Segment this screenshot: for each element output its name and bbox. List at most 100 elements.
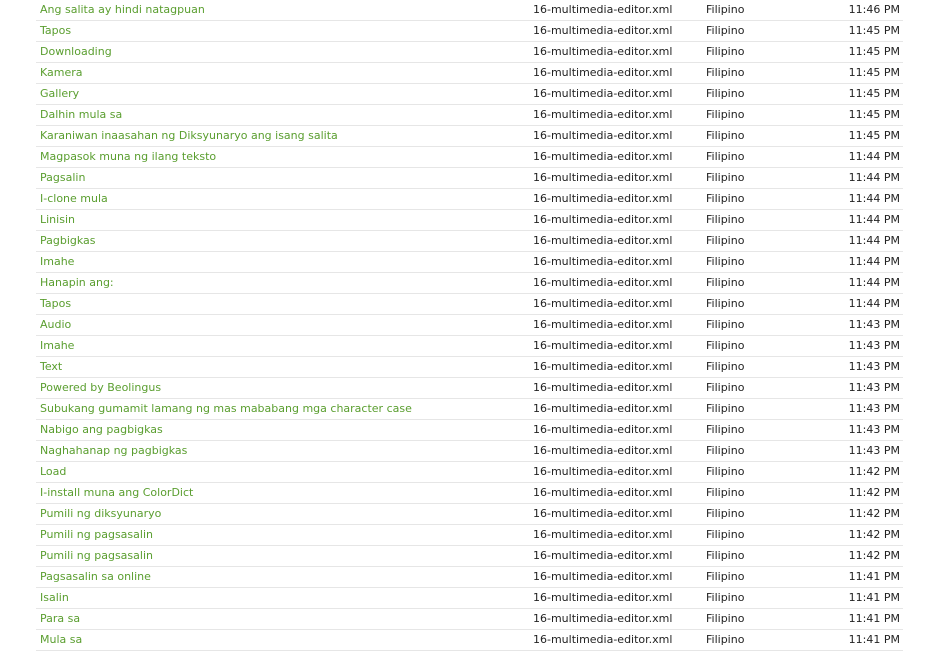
string-link[interactable]: Text: [40, 360, 62, 374]
timestamp: 11:44 PM: [848, 171, 900, 184]
language-name: Filipino: [706, 108, 745, 121]
string-link[interactable]: Audio: [40, 318, 71, 332]
string-link[interactable]: Pagsasalin sa online: [40, 570, 151, 584]
table-row: Magpasok muna ng ilang teksto 16-multimed…: [36, 147, 903, 168]
language-name: Filipino: [706, 444, 745, 457]
timestamp: 11:44 PM: [848, 192, 900, 205]
string-link[interactable]: Hanapin ang:: [40, 276, 114, 290]
file-name: 16-multimedia-editor.xml: [533, 24, 673, 37]
string-link[interactable]: Downloading: [40, 45, 112, 59]
table-row: Pumili ng pagsasalin 16-multimedia-editor…: [36, 546, 903, 567]
timestamp: 11:41 PM: [848, 591, 900, 604]
language-name: Filipino: [706, 528, 745, 541]
string-link[interactable]: Tapos: [40, 297, 71, 311]
table-row: Imahe 16-multimedia-editor.xml Filipino 11:…: [36, 336, 903, 357]
string-link[interactable]: Gallery: [40, 87, 79, 101]
table-row: Mula sa 16-multimedia-editor.xml Filipino 1…: [36, 630, 903, 651]
timestamp: 11:42 PM: [848, 528, 900, 541]
file-name: 16-multimedia-editor.xml: [533, 213, 673, 226]
table-row: Isalin 16-multimedia-editor.xml Filipino 11…: [36, 588, 903, 609]
table-row: Para sa 16-multimedia-editor.xml Filipino 1…: [36, 609, 903, 630]
table-row: Nabigo ang pagbigkas 16-multimedia-editor…: [36, 420, 903, 441]
language-name: Filipino: [706, 255, 745, 268]
file-name: 16-multimedia-editor.xml: [533, 486, 673, 499]
language-name: Filipino: [706, 276, 745, 289]
file-name: 16-multimedia-editor.xml: [533, 360, 673, 373]
string-link[interactable]: Dalhin mula sa: [40, 108, 122, 122]
string-link[interactable]: Subukang gumamit lamang ng mas mababang …: [40, 402, 412, 416]
table-row: Dalhin mula sa 16-multimedia-editor.xml Fi…: [36, 105, 903, 126]
table-row: Pagbigkas 16-multimedia-editor.xml Filipin…: [36, 231, 903, 252]
string-link[interactable]: Naghahanap ng pagbigkas: [40, 444, 187, 458]
language-name: Filipino: [706, 423, 745, 436]
timestamp: 11:43 PM: [848, 402, 900, 415]
table-row: Tapos 16-multimedia-editor.xml Filipino 11:…: [36, 294, 903, 315]
timestamp: 11:44 PM: [848, 150, 900, 163]
timestamp: 11:44 PM: [848, 297, 900, 310]
file-name: 16-multimedia-editor.xml: [533, 591, 673, 604]
string-link[interactable]: Powered by Beolingus: [40, 381, 161, 395]
string-link[interactable]: I-clone mula: [40, 192, 108, 206]
timestamp: 11:43 PM: [848, 339, 900, 352]
language-name: Filipino: [706, 150, 745, 163]
file-name: 16-multimedia-editor.xml: [533, 150, 673, 163]
string-link[interactable]: Mula sa: [40, 633, 82, 647]
file-name: 16-multimedia-editor.xml: [533, 633, 673, 646]
language-name: Filipino: [706, 171, 745, 184]
language-name: Filipino: [706, 234, 745, 247]
language-name: Filipino: [706, 87, 745, 100]
timestamp: 11:41 PM: [848, 633, 900, 646]
timestamp: 11:45 PM: [848, 108, 900, 121]
table-row: Linisin 16-multimedia-editor.xml Filipino 1…: [36, 210, 903, 231]
language-name: Filipino: [706, 45, 745, 58]
table-row: Powered by Beolingus 16-multimedia-editor…: [36, 378, 903, 399]
language-name: Filipino: [706, 465, 745, 478]
string-link[interactable]: I-install muna ang ColorDict: [40, 486, 193, 500]
table-row: Text 16-multimedia-editor.xml Filipino 11:4…: [36, 357, 903, 378]
string-link[interactable]: Para sa: [40, 612, 80, 626]
file-name: 16-multimedia-editor.xml: [533, 192, 673, 205]
translation-activity-table: Ang salita ay hindi natagpuan 16-multimed…: [36, 0, 903, 651]
language-name: Filipino: [706, 192, 745, 205]
string-link[interactable]: Kamera: [40, 66, 83, 80]
string-link[interactable]: Pumili ng diksyunaryo: [40, 507, 161, 521]
timestamp: 11:43 PM: [848, 318, 900, 331]
string-link[interactable]: Linisin: [40, 213, 75, 227]
language-name: Filipino: [706, 213, 745, 226]
string-link[interactable]: Pagbigkas: [40, 234, 96, 248]
string-link[interactable]: Pagsalin: [40, 171, 85, 185]
timestamp: 11:44 PM: [848, 213, 900, 226]
string-link[interactable]: Tapos: [40, 24, 71, 38]
string-link[interactable]: Nabigo ang pagbigkas: [40, 423, 163, 437]
table-row: Pagsasalin sa online 16-multimedia-editor…: [36, 567, 903, 588]
language-name: Filipino: [706, 633, 745, 646]
timestamp: 11:44 PM: [848, 255, 900, 268]
language-name: Filipino: [706, 24, 745, 37]
timestamp: 11:43 PM: [848, 444, 900, 457]
string-link[interactable]: Isalin: [40, 591, 69, 605]
file-name: 16-multimedia-editor.xml: [533, 549, 673, 562]
file-name: 16-multimedia-editor.xml: [533, 507, 673, 520]
language-name: Filipino: [706, 549, 745, 562]
string-link[interactable]: Load: [40, 465, 66, 479]
table-row: Pumili ng pagsasalin 16-multimedia-editor…: [36, 525, 903, 546]
timestamp: 11:46 PM: [848, 3, 900, 16]
language-name: Filipino: [706, 570, 745, 583]
table-row: Pagsalin 16-multimedia-editor.xml Filipino…: [36, 168, 903, 189]
timestamp: 11:42 PM: [848, 486, 900, 499]
table-row: Hanapin ang: 16-multimedia-editor.xml Fili…: [36, 273, 903, 294]
string-link[interactable]: Karaniwan inaasahan ng Diksyunaryo ang i…: [40, 129, 338, 143]
timestamp: 11:44 PM: [848, 234, 900, 247]
string-link[interactable]: Pumili ng pagsasalin: [40, 528, 153, 542]
file-name: 16-multimedia-editor.xml: [533, 276, 673, 289]
language-name: Filipino: [706, 507, 745, 520]
string-link[interactable]: Pumili ng pagsasalin: [40, 549, 153, 563]
string-link[interactable]: Imahe: [40, 339, 74, 353]
string-link[interactable]: Ang salita ay hindi natagpuan: [40, 3, 205, 17]
string-link[interactable]: Magpasok muna ng ilang teksto: [40, 150, 216, 164]
file-name: 16-multimedia-editor.xml: [533, 381, 673, 394]
file-name: 16-multimedia-editor.xml: [533, 339, 673, 352]
timestamp: 11:43 PM: [848, 360, 900, 373]
language-name: Filipino: [706, 486, 745, 499]
string-link[interactable]: Imahe: [40, 255, 74, 269]
